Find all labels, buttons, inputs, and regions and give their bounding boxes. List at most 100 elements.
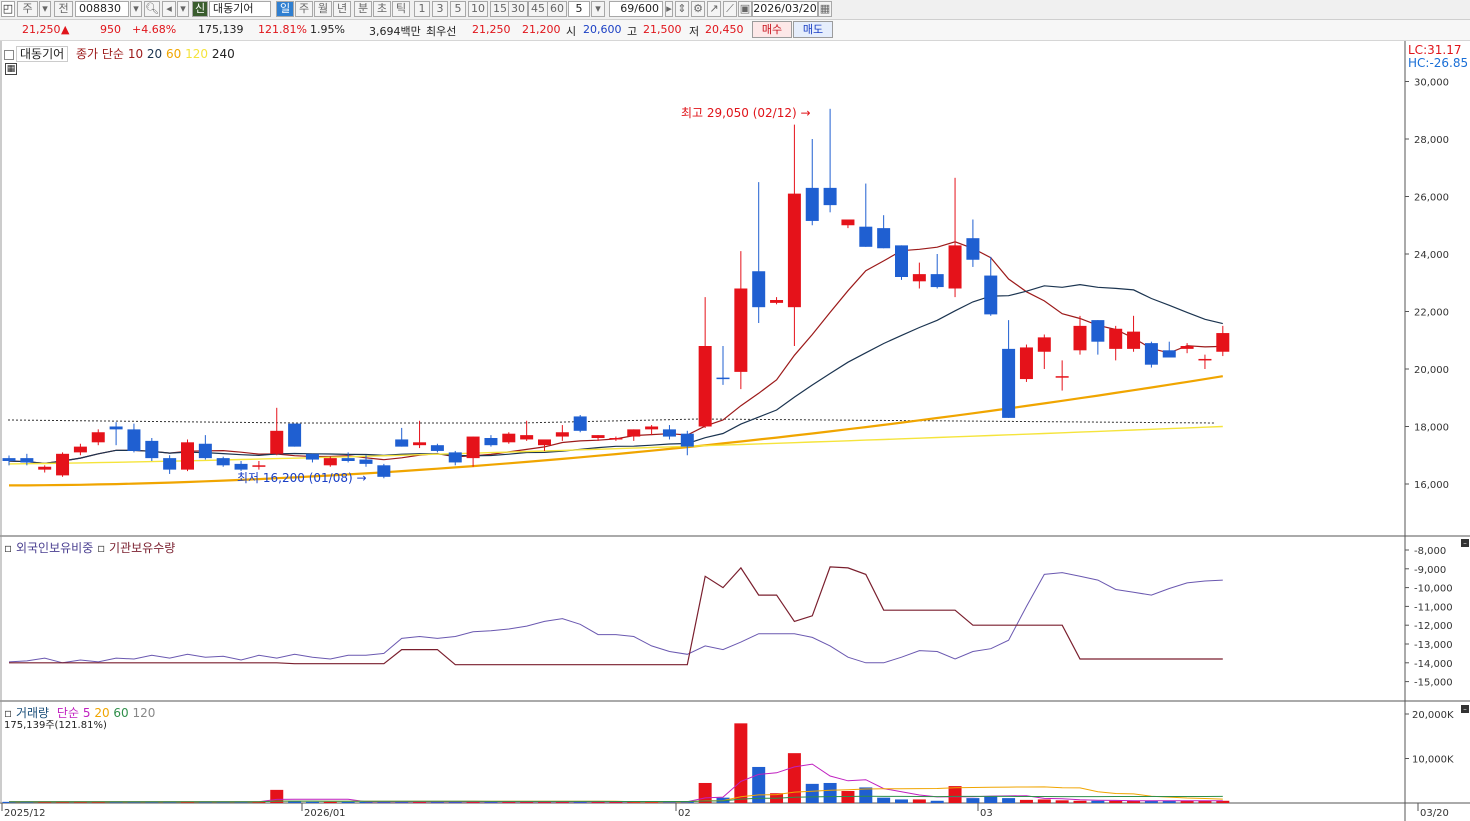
- candle-body: [770, 300, 784, 303]
- stock-name-field[interactable]: 대동기어: [209, 1, 271, 17]
- step-30[interactable]: 30: [508, 1, 528, 17]
- y-tick-label: -12,000: [1414, 621, 1453, 632]
- market-select[interactable]: 주: [17, 1, 38, 17]
- speaker-icon[interactable]: ◂: [162, 1, 176, 17]
- step-1-label: 1: [418, 2, 426, 15]
- step-10-label: 10: [471, 2, 485, 15]
- settings-icon[interactable]: ⚙: [691, 1, 705, 17]
- save-icon[interactable]: ▣: [738, 1, 752, 17]
- candle-body: [698, 346, 712, 427]
- x-tick-label: 03: [980, 808, 993, 819]
- tab-minute[interactable]: 분: [354, 1, 372, 17]
- candle-body: [163, 458, 177, 470]
- window-menu-icon[interactable]: ◰: [1, 1, 15, 17]
- calendar-icon[interactable]: ▦: [818, 1, 832, 17]
- tab-tick[interactable]: 틱: [392, 1, 410, 17]
- inst-legend[interactable]: 기관보유수량: [109, 541, 175, 555]
- candle-body: [984, 275, 998, 315]
- best-ask: 21,250: [472, 23, 511, 36]
- speaker-dropdown-icon[interactable]: ▾: [177, 1, 189, 17]
- lc-value: LC:31.17: [1408, 43, 1462, 57]
- sell-button[interactable]: 매도: [793, 21, 833, 38]
- candlesticks: [2, 108, 1230, 479]
- tab-year[interactable]: 년: [333, 1, 351, 17]
- interval-input[interactable]: 5: [568, 1, 590, 17]
- y-tick-label: 26,000: [1414, 193, 1449, 204]
- candle-body: [1198, 358, 1212, 361]
- candle-body: [502, 433, 516, 443]
- current-price: 21,250: [22, 23, 61, 36]
- y-tick-label: -13,000: [1414, 640, 1453, 651]
- draw-tool-icon[interactable]: ↗: [707, 1, 721, 17]
- step-15[interactable]: 15: [490, 1, 510, 17]
- chart-canvas[interactable]: 30,000 28,000 26,000 24,000 22,000 20,000 18,0…: [0, 41, 1470, 821]
- candle-body: [56, 453, 70, 476]
- volume-ma-60[interactable]: 60: [113, 706, 128, 720]
- stock-tag-icon: [4, 49, 14, 60]
- prev-tag[interactable]: 전: [54, 1, 73, 17]
- candle-body: [609, 438, 623, 440]
- tab-day[interactable]: 일: [276, 1, 294, 17]
- candle-body: [1055, 376, 1069, 378]
- market-label: 주: [22, 2, 33, 15]
- count-spinner-icon[interactable]: ▸: [665, 1, 673, 17]
- interval-value: 5: [575, 2, 583, 15]
- ma-120-label[interactable]: 120: [185, 47, 208, 61]
- volume-bar: [859, 787, 873, 803]
- step-60[interactable]: 60: [547, 1, 567, 17]
- code-dropdown-icon[interactable]: ▾: [130, 1, 142, 17]
- step-3[interactable]: 3: [432, 1, 448, 17]
- market-dropdown-icon[interactable]: ▾: [39, 1, 51, 17]
- candle-body: [1073, 325, 1087, 351]
- candle-body: [73, 446, 87, 453]
- candle-body: [555, 432, 569, 437]
- high-price: 21,500: [643, 23, 682, 36]
- ma-20-label[interactable]: 20: [147, 47, 162, 61]
- stock-name-value: 대동기어: [213, 2, 254, 15]
- volume-ma-120[interactable]: 120: [133, 706, 156, 720]
- date-field[interactable]: 2026/03/20: [752, 1, 818, 17]
- step-45[interactable]: 45: [528, 1, 548, 17]
- candle-body: [341, 458, 355, 461]
- candle-body: [91, 432, 105, 443]
- table-toggle-icon[interactable]: ▦: [5, 63, 17, 75]
- holdings-collapse-icon[interactable]: –: [1461, 539, 1469, 547]
- y-tick-label: 22,000: [1414, 308, 1449, 319]
- volume-collapse-icon[interactable]: –: [1461, 705, 1469, 713]
- candle-body: [484, 438, 498, 446]
- volume-bars: [2, 723, 1230, 803]
- trend-line-icon[interactable]: ⟋: [723, 1, 737, 17]
- candle-body: [38, 466, 52, 470]
- count-field[interactable]: 69/600: [609, 1, 663, 17]
- step-10[interactable]: 10: [468, 1, 488, 17]
- x-tick-label: 2026/01: [304, 808, 346, 819]
- price-legend-stock[interactable]: 대동기어: [16, 46, 69, 62]
- ma-title[interactable]: 종가 단순: [76, 47, 124, 61]
- ma-10-label[interactable]: 10: [128, 47, 143, 61]
- x-tick-label: 2025/12: [4, 808, 46, 819]
- y-tick-label: -8,000: [1414, 546, 1446, 557]
- candle-body: [323, 458, 337, 466]
- hc-value: HC:-26.85: [1408, 56, 1469, 70]
- volume-bar: [930, 800, 944, 803]
- foreign-legend[interactable]: 외국인보유비중: [16, 541, 93, 555]
- volume-bar: [912, 799, 926, 803]
- y-tick-label: 16,000: [1414, 480, 1449, 491]
- scroll-mode-icon[interactable]: ⇕: [675, 1, 689, 17]
- search-icon[interactable]: 🔍︎: [144, 1, 160, 17]
- step-5[interactable]: 5: [450, 1, 466, 17]
- tab-month[interactable]: 월: [314, 1, 332, 17]
- volume-bar: [1002, 798, 1016, 803]
- ma-240-label[interactable]: 240: [212, 47, 235, 61]
- count-value: 69/600: [620, 2, 659, 15]
- volume-bar: [1091, 800, 1105, 803]
- ma-60-label[interactable]: 60: [166, 47, 181, 61]
- candle-body: [1127, 331, 1141, 349]
- y-tick-label: 30,000: [1414, 78, 1449, 89]
- code-input[interactable]: 008830: [75, 1, 129, 17]
- buy-button[interactable]: 매수: [752, 21, 792, 38]
- tab-week[interactable]: 주: [295, 1, 313, 17]
- interval-dropdown-icon[interactable]: ▾: [591, 1, 605, 17]
- tab-second[interactable]: 초: [373, 1, 391, 17]
- step-1[interactable]: 1: [414, 1, 430, 17]
